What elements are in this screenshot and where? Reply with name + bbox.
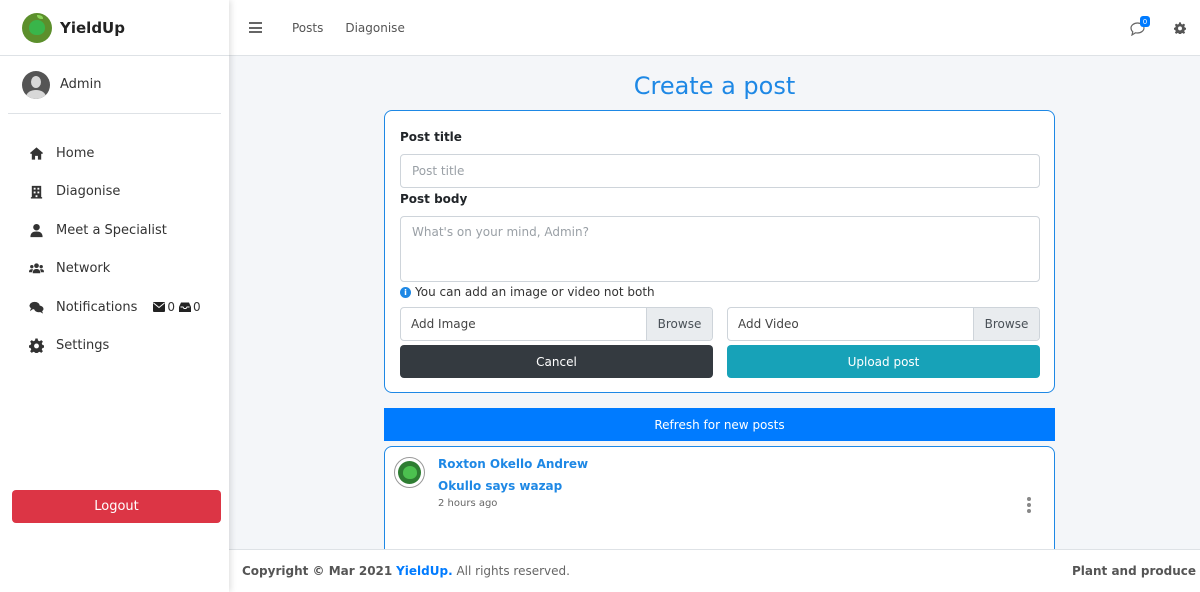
nav-link-posts[interactable]: Posts: [292, 21, 323, 35]
sidebar-item-home[interactable]: Home: [0, 134, 229, 173]
yieldup-logo-icon: [22, 12, 52, 43]
post-author[interactable]: Roxton Okello Andrew: [438, 457, 588, 471]
sidebar-nav: Home Diagonise Meet a Specialist Network…: [0, 114, 229, 365]
add-image-label: Add Image: [411, 317, 476, 331]
add-image-input[interactable]: Add Image Browse: [400, 307, 713, 341]
sidebar-item-label: Diagonise: [56, 184, 121, 200]
add-video-input[interactable]: Add Video Browse: [727, 307, 1040, 341]
browse-video-button[interactable]: Browse: [973, 308, 1039, 340]
chat-count-badge: 0: [1140, 16, 1150, 27]
home-icon: [28, 145, 44, 161]
post-author-avatar[interactable]: [394, 457, 425, 488]
footer-rights: All rights reserved.: [456, 564, 570, 578]
sidebar-item-label: Meet a Specialist: [56, 222, 167, 238]
notification-badges: 0 0: [153, 300, 204, 314]
user-icon: [28, 222, 44, 238]
create-post-form: Post title Post title Post body What's o…: [384, 110, 1055, 393]
chat-button[interactable]: 0: [1130, 16, 1152, 36]
user-name: Admin: [60, 77, 102, 92]
post-options-icon[interactable]: [1027, 497, 1031, 513]
main-content: Create a post Post title Post title Post…: [229, 56, 1200, 549]
sidebar-item-label: Notifications: [56, 299, 138, 315]
page-title: Create a post: [633, 72, 796, 100]
sidebar-item-meet-specialist[interactable]: Meet a Specialist: [0, 211, 229, 250]
envelope-icon: [153, 302, 166, 313]
top-navbar: Posts Diagonise 0: [229, 0, 1200, 56]
hamburger-menu-icon[interactable]: [249, 22, 262, 33]
sidebar-item-label: Home: [56, 145, 95, 161]
user-panel[interactable]: Admin: [8, 56, 221, 114]
nav-link-diagonise[interactable]: Diagonise: [345, 21, 404, 35]
post-title-label: Post title: [400, 130, 462, 144]
media-hint: i You can add an image or video not both: [400, 285, 655, 299]
messages-badge: 0: [153, 300, 175, 314]
footer: Copyright © Mar 2021 YieldUp. All rights…: [229, 549, 1200, 592]
sidebar-item-network[interactable]: Network: [0, 250, 229, 289]
sidebar-item-notifications[interactable]: Notifications 0 0: [0, 288, 229, 327]
building-icon: [28, 184, 44, 200]
sidebar-item-label: Settings: [56, 338, 110, 354]
avatar: [22, 70, 50, 99]
post-title[interactable]: Okullo says wazap: [438, 479, 562, 493]
brand-name: YieldUp: [60, 18, 125, 37]
logout-button[interactable]: Logout: [12, 490, 221, 523]
post-card: Roxton Okello Andrew Okullo says wazap 2…: [384, 446, 1055, 549]
cancel-button[interactable]: Cancel: [400, 345, 713, 378]
sidebar-item-diagonise[interactable]: Diagonise: [0, 173, 229, 212]
add-video-label: Add Video: [738, 317, 799, 331]
navbar-right: 0: [1130, 0, 1186, 56]
users-icon: [28, 261, 44, 277]
sidebar-item-settings[interactable]: Settings: [0, 327, 229, 366]
post-timestamp: 2 hours ago: [438, 498, 498, 509]
footer-brand-link[interactable]: YieldUp.: [396, 564, 453, 578]
sidebar-item-label: Network: [56, 261, 111, 277]
refresh-posts-button[interactable]: Refresh for new posts: [384, 408, 1055, 441]
sidebar: YieldUp Admin Home Diagonise Meet a Spec…: [0, 0, 229, 592]
inbox-badge: 0: [179, 300, 201, 314]
post-body-label: Post body: [400, 192, 468, 206]
inbox-icon: [179, 302, 192, 313]
post-body-textarea[interactable]: What's on your mind, Admin?: [400, 216, 1040, 282]
settings-gear-icon[interactable]: [1174, 22, 1186, 34]
upload-post-button[interactable]: Upload post: [727, 345, 1040, 378]
footer-tagline: Plant and produce: [1071, 564, 1196, 578]
gear-icon: [28, 338, 44, 354]
post-title-input[interactable]: Post title: [400, 154, 1040, 188]
footer-copyright: Copyright © Mar 2021: [242, 564, 393, 578]
info-icon: i: [400, 286, 411, 298]
comments-icon: [28, 299, 44, 315]
brand-link[interactable]: YieldUp: [0, 0, 229, 56]
browse-image-button[interactable]: Browse: [646, 308, 712, 340]
